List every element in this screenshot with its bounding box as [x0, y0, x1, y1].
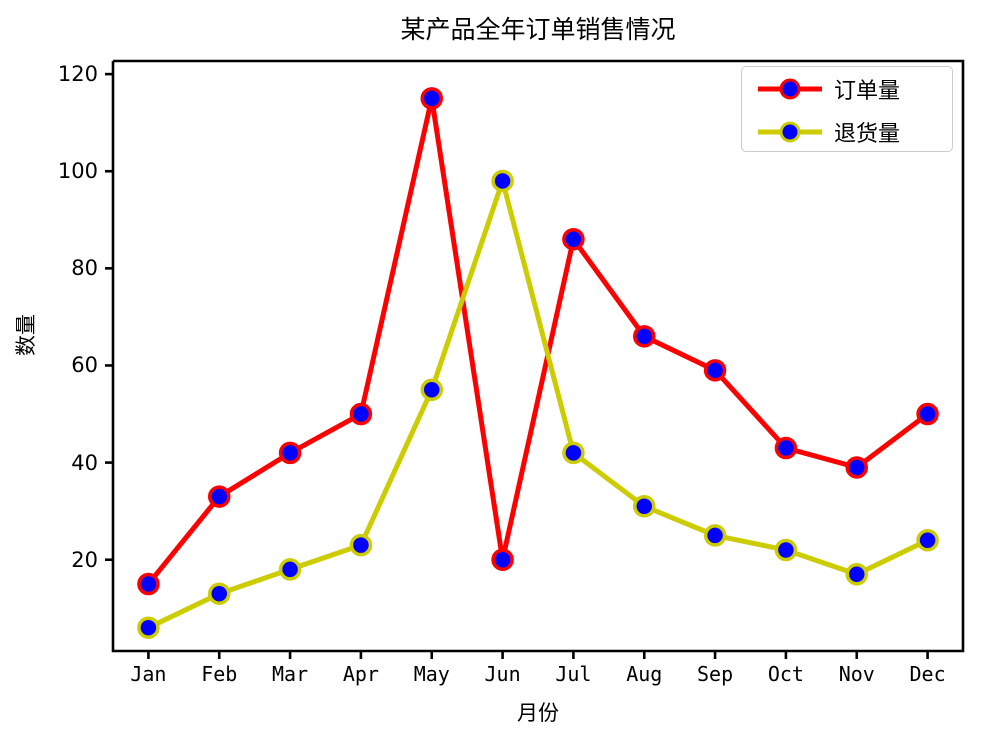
data-point-1-4	[420, 378, 443, 401]
data-point-1-9	[774, 538, 798, 562]
data-point-1-2	[278, 558, 302, 581]
data-point-1-3	[349, 533, 373, 557]
legend-label-1: 退货量	[834, 121, 901, 147]
data-point-0-2	[278, 441, 302, 465]
data-point-0-6	[562, 227, 585, 251]
legend-marker-icon-1	[779, 121, 801, 142]
data-point-1-6	[562, 441, 585, 465]
data-point-1-11	[916, 529, 939, 552]
data-point-1-10	[845, 563, 868, 586]
data-point-0-11	[916, 402, 939, 426]
legend-item-0[interactable]: 订单量	[742, 67, 952, 110]
data-point-0-5	[491, 548, 514, 571]
series-line-0	[146, 97, 930, 586]
data-point-1-8	[703, 524, 727, 547]
data-point-1-1	[208, 582, 231, 605]
data-point-0-4	[420, 87, 443, 110]
legend-swatch-1	[754, 117, 826, 147]
chart-figure: 某产品全年订单销售情况 数量 月份 20 40 60 80 100 120 Jan Feb M…	[0, 0, 988, 733]
legend-swatch-0	[754, 74, 826, 104]
data-point-0-9	[774, 436, 798, 460]
data-point-1-7	[633, 495, 656, 518]
data-point-0-8	[703, 359, 727, 382]
legend-item-1[interactable]: 退货量	[742, 110, 952, 153]
chart-legend: 订单量 退货量	[741, 66, 953, 152]
data-point-1-5	[491, 169, 514, 193]
data-point-1-0	[137, 616, 160, 639]
data-point-0-7	[633, 325, 656, 348]
data-point-0-3	[349, 402, 373, 426]
data-point-0-10	[845, 456, 868, 479]
data-point-0-0	[137, 572, 160, 596]
data-point-0-1	[208, 485, 231, 508]
legend-label-0: 订单量	[834, 78, 901, 104]
legend-marker-icon-0	[779, 78, 801, 99]
